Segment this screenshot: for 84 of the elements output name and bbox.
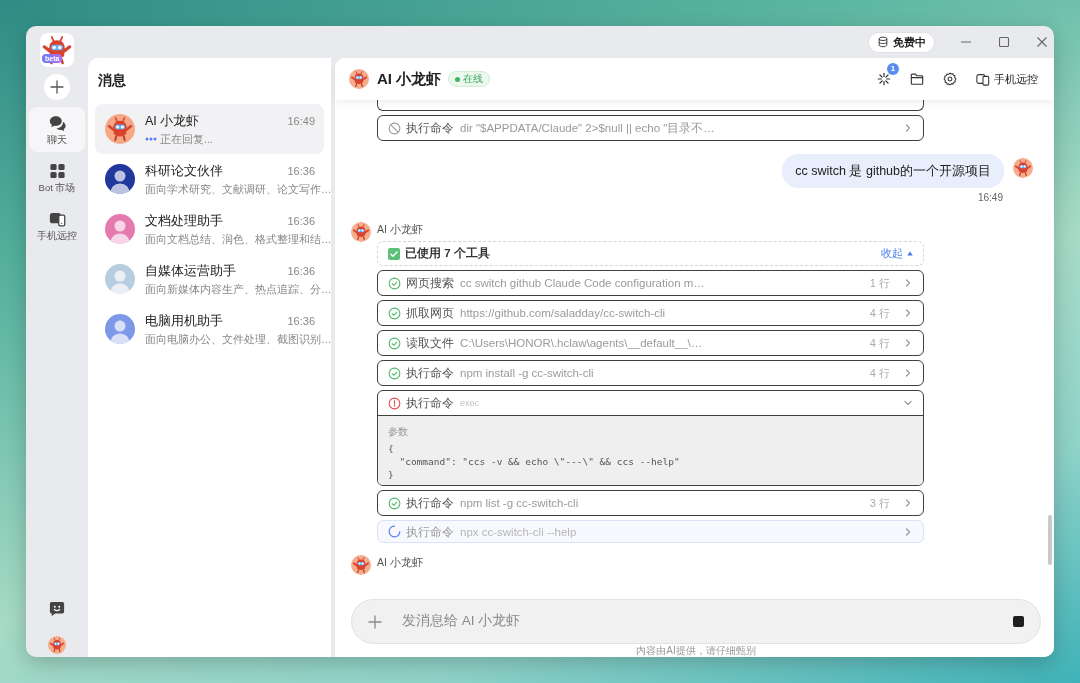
status-text: 在线 bbox=[463, 73, 484, 85]
message-bubble: cc switch 是 github的一个开源项目 bbox=[782, 154, 1004, 188]
conversation-name: 文档处理助手 bbox=[145, 212, 223, 229]
tool-detail: npm install -g cc-switch-cli bbox=[460, 366, 594, 380]
coins-icon bbox=[877, 36, 889, 48]
new-chat-button[interactable] bbox=[44, 74, 70, 100]
devices-icon bbox=[48, 211, 66, 227]
user-avatar[interactable] bbox=[48, 636, 66, 654]
tool-name: 网页搜索 bbox=[406, 276, 454, 290]
tool-name: 读取文件 bbox=[406, 336, 454, 350]
checkbox-icon bbox=[388, 247, 400, 260]
maximize-icon[interactable] bbox=[998, 36, 1010, 48]
tool-name: 执行命令 bbox=[406, 524, 454, 539]
tool-detail: https://github.com/saladday/cc-switch-cli bbox=[460, 306, 666, 320]
conversation-preview: 面向新媒体内容生产、热点追踪、分… bbox=[145, 281, 332, 296]
sidebar-tab[interactable]: 聊天 bbox=[29, 107, 85, 152]
disclaimer-text: 内容由AI提供，请仔细甄别 bbox=[636, 645, 756, 657]
composer-bar[interactable]: 发消息给 AI 小龙虾 bbox=[351, 599, 1041, 644]
tool-detail: cc switch github Claude Code configuration m… bbox=[460, 276, 705, 290]
sender-name: AI 小龙虾 bbox=[377, 556, 423, 568]
conversation-time: 16:36 bbox=[287, 263, 315, 278]
bot-avatar bbox=[349, 69, 369, 89]
tool-call-row[interactable]: 读取文件 C:\Users\HONOR\.hclaw\agents\__default__\… 4 行 bbox=[377, 330, 924, 356]
devices-icon bbox=[976, 72, 990, 86]
tool-call-row[interactable]: 执行命令 npm install -g cc-switch-cli 4 行 bbox=[377, 360, 924, 386]
conversation-preview: 面向文档总结、润色、格式整理和结… bbox=[145, 231, 332, 246]
folder-icon[interactable] bbox=[910, 72, 924, 86]
chat-title: AI 小龙虾 bbox=[377, 68, 442, 89]
sidebar-tab[interactable]: 手机远控 bbox=[29, 203, 85, 248]
bot-avatar bbox=[351, 222, 371, 242]
conversation-preview: 面向电脑办公、文件处理、截图识别… bbox=[145, 331, 332, 346]
tool-name: 执行命令 bbox=[406, 496, 454, 510]
conversation-preview: 面向学术研究、文献调研、论文写作… bbox=[145, 181, 332, 196]
tool-name: 执行命令 bbox=[406, 121, 454, 135]
line-count: 3 行 bbox=[869, 496, 890, 510]
settings-icon[interactable] bbox=[943, 72, 957, 86]
conversation-name: AI 小龙虾 bbox=[145, 112, 200, 129]
scrollbar-thumb[interactable] bbox=[1048, 515, 1052, 565]
line-count: 4 行 bbox=[869, 336, 890, 350]
tools-summary-label: 已使用 7 个工具 bbox=[405, 245, 490, 261]
tool-call-row[interactable] bbox=[377, 100, 924, 111]
sender-name: AI 小龙虾 bbox=[377, 223, 423, 235]
conversation-preview: 正在回复... bbox=[160, 131, 213, 146]
plus-icon bbox=[50, 80, 64, 94]
tool-detail: npx cc-switch-cli --help bbox=[460, 524, 577, 539]
tool-call-row[interactable]: 执行命令 npm list -g cc-switch-cli 3 行 bbox=[377, 490, 924, 516]
loading-icon[interactable] bbox=[877, 72, 891, 86]
remote-control-button[interactable]: 手机远控 bbox=[976, 70, 1038, 88]
tool-name: 执行命令 bbox=[406, 366, 454, 380]
user-avatar bbox=[1013, 158, 1033, 178]
tool-name: 执行命令 bbox=[406, 396, 454, 410]
conversation-name: 电脑用机助手 bbox=[145, 312, 223, 329]
line-count: 4 行 bbox=[869, 366, 890, 380]
close-icon[interactable] bbox=[1036, 36, 1048, 48]
code-text: { "command": "ccs -v && echo \"---\" && ccs --help" } bbox=[388, 442, 681, 481]
line-count: 4 行 bbox=[869, 306, 890, 320]
stop-button[interactable] bbox=[1013, 616, 1024, 627]
feedback-icon[interactable] bbox=[49, 601, 65, 617]
conversation-time: 16:36 bbox=[287, 213, 315, 228]
conversation-time: 16:49 bbox=[287, 113, 315, 128]
tool-detail: npm list -g cc-switch-cli bbox=[460, 496, 579, 510]
message-time: 16:49 bbox=[977, 192, 1003, 204]
conversation-name: 自媒体运营助手 bbox=[145, 262, 236, 279]
conversation-name: 科研论文伙伴 bbox=[145, 162, 223, 179]
conversation-item[interactable]: AI 小龙虾 16:49 正在回复... bbox=[95, 104, 324, 154]
chat-bubbles-icon bbox=[48, 115, 66, 131]
conversation-time: 16:36 bbox=[287, 313, 315, 328]
collapse-button[interactable]: 收起 bbox=[881, 245, 913, 262]
tool-call-row[interactable]: 执行命令 dir "$APPDATA/Claude" 2>$null || echo "目录不… bbox=[377, 115, 924, 141]
conversation-time: 16:36 bbox=[287, 163, 315, 178]
tool-detail: dir "$APPDATA/Claude" 2>$null || echo "目录不… bbox=[460, 121, 715, 135]
tool-call-row[interactable]: 网页搜索 cc switch github Claude Code configuration m… 1 行 bbox=[377, 270, 924, 296]
panel-title: 消息 bbox=[97, 71, 126, 90]
tool-call-row[interactable]: 抓取网页 https://github.com/saladday/cc-switch-cli 4 行 bbox=[377, 300, 924, 326]
bot-avatar bbox=[351, 555, 371, 575]
grid-icon bbox=[48, 163, 66, 179]
plan-button[interactable]: 免费中 bbox=[868, 31, 935, 53]
sidebar-tab[interactable]: Bot 市场 bbox=[29, 155, 85, 200]
tool-detail: C:\Users\HONOR\.hclaw\agents\__default__\… bbox=[460, 336, 703, 350]
message-input[interactable]: 发消息给 AI 小龙虾 bbox=[402, 611, 993, 632]
parameters-label: 参数 bbox=[388, 425, 408, 439]
line-count: 1 行 bbox=[869, 276, 890, 290]
tool-name: 抓取网页 bbox=[406, 306, 454, 320]
notification-badge: 1 bbox=[887, 63, 899, 75]
